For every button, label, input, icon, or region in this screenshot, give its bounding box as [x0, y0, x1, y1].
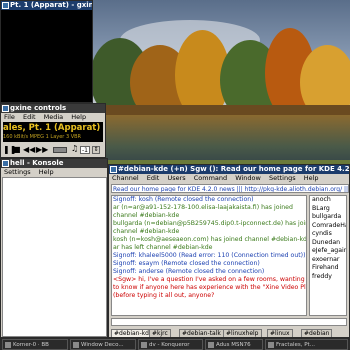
channel-tab[interactable]: #linuxhelp [223, 329, 262, 337]
task-app-icon [73, 342, 79, 348]
task-label: Korner-0 · BB [13, 342, 49, 348]
taskbar-task[interactable]: Adus MSN76 [205, 339, 263, 350]
chat-line: Signoff: anderse (Remote closed the conn… [113, 268, 265, 275]
konsole-app-icon [2, 160, 9, 167]
ksirc-app-icon [110, 166, 117, 173]
taskbar-task[interactable]: dv - Konqueror [138, 339, 203, 350]
nick-list[interactable]: anoch BLarg bullgarda ComradeHa cyndis Duneda… [309, 195, 347, 316]
spinbox-arrows-icon[interactable]: ⇕ [92, 146, 100, 154]
task-label: Fractales, Pt... [276, 342, 315, 348]
track-title: ales, Pt. 1 (Apparat) [3, 123, 101, 133]
menu-bar: Settings Help [1, 168, 107, 177]
menu-edit[interactable]: Edit [147, 174, 160, 182]
chat-line: <Sgw> hi, I've a question I've asked on … [113, 276, 305, 283]
nick-item[interactable]: cyndis [310, 230, 346, 239]
nick-item[interactable]: BLarg [310, 205, 346, 214]
gxine-controls-window[interactable]: gxine controls File Edit Media Help ales… [0, 103, 106, 158]
taskbar-task[interactable]: Korner-0 · BB [2, 339, 68, 350]
chat-line: to know if anyone here has experience wi… [113, 284, 306, 291]
channel-tab[interactable]: #kjrc [149, 329, 171, 337]
chat-line: ar (n=ar@a91-152-178-100.elisa-laajakais… [113, 204, 293, 211]
chat-line: Signoff: kosh (Remote closed the connect… [113, 196, 254, 203]
stream-info: 160 kBit/s MPEG 1 Layer 3 VBR [3, 134, 82, 140]
gxine-app-icon [2, 2, 9, 9]
chat-line: channel #debian-kde [113, 212, 180, 219]
nick-item[interactable]: exoernar [310, 256, 346, 265]
gxine-app-icon [2, 105, 9, 112]
menu-channel[interactable]: Channel [112, 174, 139, 182]
konsole-window[interactable]: hell - Konsole Settings Help [0, 158, 108, 338]
menu-file[interactable]: File [4, 113, 15, 121]
menu-edit[interactable]: Edit [23, 113, 36, 121]
nick-item[interactable]: freddy [310, 273, 346, 282]
menu-settings[interactable]: Settings [4, 168, 31, 176]
chat-line: bullgarda (n=debian@p5B259745.dip0.t-ipc… [113, 220, 306, 227]
nick-item[interactable]: Firehand [310, 264, 346, 273]
nick-item[interactable]: eJefe_again [310, 247, 346, 256]
nick-item[interactable]: anoch [310, 196, 346, 205]
track-display: ales, Pt. 1 (Apparat) 160 kBit/s MPEG 1 … [3, 122, 103, 142]
chat-line: channel #debian-kde [113, 228, 180, 235]
title-bar[interactable]: gxine controls [1, 104, 105, 113]
channel-tab[interactable]: #linux [267, 329, 293, 337]
menu-help[interactable]: Help [39, 168, 54, 176]
channel-tab[interactable]: #debian-talk [179, 329, 224, 337]
menu-bar: Channel Edit Users Command Window Settin… [109, 174, 349, 183]
chat-line: kosh (n=kosh@aeseaeon.com) has joined ch… [113, 236, 306, 243]
terminal-area[interactable] [2, 177, 107, 337]
menu-users[interactable]: Users [167, 174, 185, 182]
nick-item[interactable]: ComradeHa [310, 222, 346, 231]
gxine-video-window[interactable]: Pt. 1 (Apparat) - gxine [0, 0, 93, 103]
topic-field[interactable]: Read our home page for KDE 4.2.0 news ||… [111, 184, 349, 193]
title-bar[interactable]: hell - Konsole [1, 159, 107, 168]
window-title: #debian-kde (+n) Sgw (): Read our home p… [118, 165, 349, 173]
task-label: Window Deco... [81, 342, 124, 348]
nick-item[interactable]: bullgarda [310, 213, 346, 222]
nick-item[interactable]: Dunedan [310, 239, 346, 248]
irc-window[interactable]: #debian-kde (+n) Sgw (): Read our home p… [108, 164, 350, 338]
menu-settings[interactable]: Settings [269, 174, 296, 182]
channel-tab-bar: #debian-kde #kjrc #debian-talk #linuxhelp #l… [111, 328, 349, 337]
chat-log[interactable]: Signoff: kosh (Remote closed the connect… [111, 195, 307, 316]
taskbar-task[interactable]: Fractales, Pt... [265, 339, 348, 350]
position-slider[interactable] [53, 147, 67, 153]
transport-controls: ❚❚ ■ ◀◀ ▶▶ ♫ -1 ⇕ [1, 143, 105, 157]
stop-icon[interactable]: ■ [13, 145, 21, 154]
menu-command[interactable]: Command [194, 174, 227, 182]
menu-help[interactable]: Help [304, 174, 319, 182]
video-area[interactable] [1, 10, 92, 102]
channel-spinbox[interactable]: -1 [80, 146, 90, 154]
task-app-icon [268, 342, 274, 348]
title-bar[interactable]: #debian-kde (+n) Sgw (): Read our home p… [109, 165, 349, 174]
volume-icon[interactable]: ♫ [71, 144, 78, 153]
rewind-icon[interactable]: ◀◀ [23, 145, 35, 154]
taskbar: Korner-0 · BB Window Deco... dv - Konquero… [0, 338, 350, 350]
menu-window[interactable]: Window [235, 174, 261, 182]
taskbar-task[interactable]: Window Deco... [70, 339, 136, 350]
task-app-icon [5, 342, 11, 348]
chat-line: (before typing it all out, anyone? [113, 292, 215, 299]
window-title: hell - Konsole [10, 159, 64, 167]
chat-line: ar has left channel #debian-kde [113, 244, 213, 251]
chat-line: Signoff: khaleel5000 (Read error: 110 (C… [113, 252, 306, 259]
title-bar[interactable]: Pt. 1 (Apparat) - gxine [1, 1, 92, 10]
task-label: dv - Konqueror [149, 342, 190, 348]
message-input[interactable] [111, 318, 347, 326]
menu-media[interactable]: Media [44, 113, 64, 121]
menu-bar: File Edit Media Help [1, 113, 105, 122]
task-app-icon [208, 342, 214, 348]
task-app-icon [141, 342, 147, 348]
menu-help[interactable]: Help [71, 113, 86, 121]
lake [90, 115, 350, 160]
forward-icon[interactable]: ▶▶ [36, 145, 48, 154]
window-title: Pt. 1 (Apparat) - gxine [10, 1, 92, 9]
chat-line: Signoff: esaym (Remote closed the connec… [113, 260, 260, 267]
window-title: gxine controls [10, 104, 67, 112]
channel-tab[interactable]: #debian [301, 329, 333, 337]
task-label: Adus MSN76 [216, 342, 251, 348]
